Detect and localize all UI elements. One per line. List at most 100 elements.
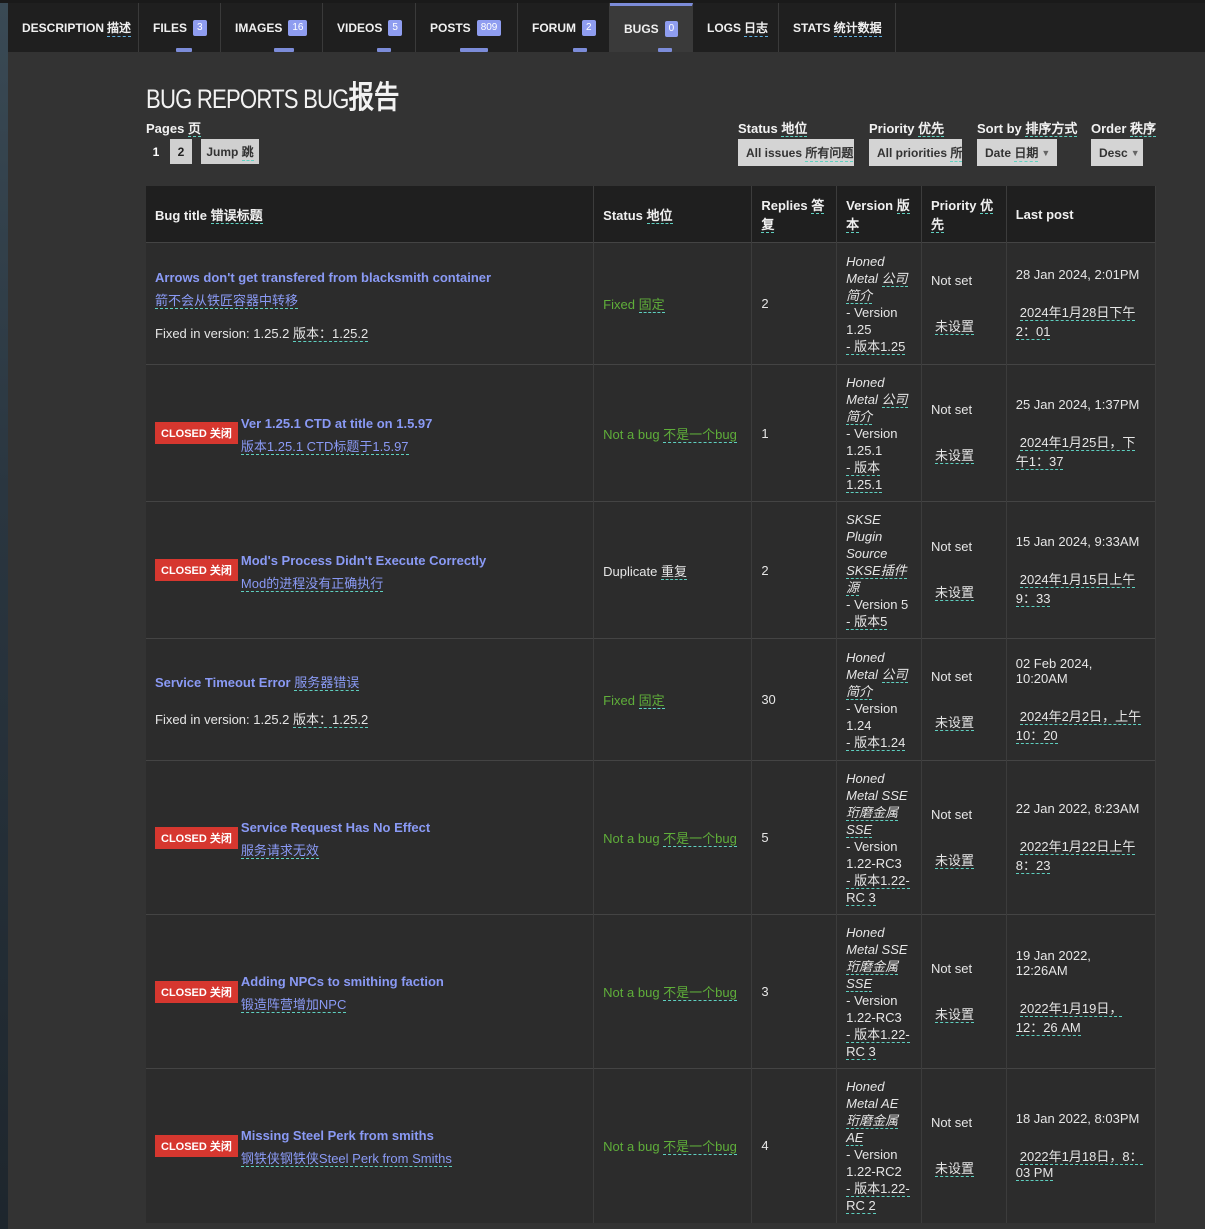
tab-posts[interactable]: POSTS 809 bbox=[416, 3, 518, 52]
table-row[interactable]: Service Timeout Error 服务器错误 Fixed in vers… bbox=[146, 638, 1157, 761]
col-header-version[interactable]: Version 版本 bbox=[836, 186, 922, 243]
col-header-title[interactable]: Bug title 错误标题 bbox=[146, 186, 595, 243]
title-block: Arrows don't get transfered from blacksm… bbox=[155, 266, 584, 342]
lastpost-date-cn: 2022年1月18日，8：03 PM bbox=[1015, 1149, 1143, 1182]
priority-cn: 未设置 bbox=[934, 448, 974, 464]
version-line: - Version 1.22-RC3 bbox=[846, 992, 902, 1025]
table-row[interactable]: Arrows don't get transfered from blacksm… bbox=[146, 242, 1157, 365]
tab-forum[interactable]: FORUM 2 bbox=[518, 3, 610, 52]
title-text: Mod's Process Didn't Execute Correctly Mo… bbox=[240, 549, 486, 592]
status-filter-label: Status 地位 bbox=[738, 118, 808, 137]
version-line-cn: - 版本1.22-RC 3 bbox=[846, 872, 910, 906]
status-select[interactable]: All issues 所有问题 bbox=[738, 139, 854, 166]
bug-title-cn[interactable]: 版本1.25.1 CTD标题于1.5.97 bbox=[240, 438, 409, 455]
priority-select[interactable]: All priorities 所 bbox=[869, 139, 962, 166]
table-row[interactable]: CLOSED 关闭 Missing Steel Perk from smiths 钢… bbox=[146, 1068, 1157, 1223]
tab-label: LOGS bbox=[707, 20, 742, 35]
title-block: CLOSED 关闭 Ver 1.25.1 CTD at title on 1.5.… bbox=[155, 412, 584, 455]
tab-label: STATS bbox=[793, 20, 831, 35]
cell-priority: Not set 未设置 bbox=[921, 364, 1007, 502]
status-en: Not a bug bbox=[603, 1139, 660, 1155]
tab-label: DESCRIPTION bbox=[22, 20, 105, 35]
bug-title-cn[interactable]: 箭不会从铁匠容器中转移 bbox=[155, 292, 299, 309]
bug-title-link[interactable]: Missing Steel Perk from smiths bbox=[241, 1124, 452, 1148]
cell-replies: 4 bbox=[751, 1068, 838, 1223]
priority-cn: 未设置 bbox=[934, 1160, 974, 1177]
tab-label-cn: 统计数据 bbox=[833, 20, 882, 37]
priority-text: Not set bbox=[930, 539, 973, 554]
closed-label: CLOSED bbox=[161, 565, 207, 577]
jump-button[interactable]: Jump 跳 bbox=[201, 139, 259, 164]
title-block: CLOSED 关闭 Missing Steel Perk from smiths 钢… bbox=[155, 1124, 584, 1168]
lastpost-date[interactable]: 28 Jan 2024, 2:01PM bbox=[1016, 267, 1146, 282]
cell-version: SKSE Plugin Source SKSE插件源 - Version 5- 版… bbox=[836, 501, 922, 639]
order-filter-label: Order 秩序 bbox=[1091, 118, 1157, 137]
replies-count: 4 bbox=[761, 1138, 769, 1154]
replies-count: 2 bbox=[761, 296, 769, 311]
version-name: Honed Metal bbox=[846, 374, 885, 407]
table-row[interactable]: CLOSED 关闭 Service Request Has No Effect 服务… bbox=[146, 760, 1157, 915]
bug-title-cn[interactable]: Mod的进程没有正确执行 bbox=[240, 575, 384, 592]
tab-bugs[interactable]: BUGS 0 bbox=[610, 3, 693, 52]
priority-cn: 未设置 bbox=[934, 585, 974, 601]
bug-title-link[interactable]: Service Request Has No Effect bbox=[241, 816, 430, 840]
closed-label-cn: 关闭 bbox=[209, 832, 232, 845]
tab-description[interactable]: DESCRIPTION 描述 bbox=[8, 3, 139, 52]
priority-cn: 未设置 bbox=[934, 852, 974, 869]
bug-title-link[interactable]: Service Timeout Error bbox=[155, 675, 291, 690]
bug-title-cn[interactable]: 服务请求无效 bbox=[240, 843, 319, 859]
select-value: All issues bbox=[746, 145, 803, 160]
version-name-cn: 珩磨金属SSE bbox=[846, 958, 899, 992]
version-line: - Version 1.25.1 bbox=[846, 425, 898, 458]
status-en: Fixed bbox=[603, 297, 635, 312]
tab-videos[interactable]: VIDEOS 5 bbox=[323, 3, 416, 52]
bug-title-link[interactable]: Arrows don't get transfered from blacksm… bbox=[155, 270, 491, 285]
title-text: Adding NPCs to smithing faction 锻造阵营增加NPC bbox=[240, 970, 444, 1013]
lastpost-date-cn: 2022年1月19日，12：26 AM bbox=[1015, 1000, 1123, 1036]
select-value: Date bbox=[985, 145, 1012, 160]
bug-title-cn[interactable]: 锻造阵营增加NPC bbox=[240, 997, 347, 1013]
col-header-lastpost[interactable]: Last post bbox=[1006, 186, 1157, 243]
tab-stats[interactable]: STATS 统计数据 bbox=[779, 3, 896, 52]
page-1-button[interactable]: 1 bbox=[146, 139, 166, 164]
lastpost-date[interactable]: 15 Jan 2024, 9:33AM bbox=[1016, 534, 1146, 549]
bug-title-link[interactable]: Mod's Process Didn't Execute Correctly bbox=[241, 549, 486, 573]
table-row[interactable]: CLOSED 关闭 Mod's Process Didn't Execute Co… bbox=[146, 501, 1157, 639]
version-line: - Version 5 bbox=[846, 596, 909, 612]
bug-title-link[interactable]: Ver 1.25.1 CTD at title on 1.5.97 bbox=[241, 412, 432, 436]
version-line-cn: - 版本5 bbox=[846, 613, 888, 630]
lastpost-date[interactable]: 02 Feb 2024, 10:20AM bbox=[1016, 656, 1146, 686]
chevron-down-icon: ▼ bbox=[1130, 147, 1140, 158]
bug-table: Bug title 错误标题 Status 地位 Replies 答复 Vers… bbox=[146, 186, 1157, 1223]
lastpost-date[interactable]: 19 Jan 2022, 12:26AM bbox=[1016, 948, 1146, 978]
tab-files[interactable]: FILES 3 bbox=[139, 3, 221, 52]
label-cn: 秩序 bbox=[1130, 121, 1157, 137]
version-line-cn: - 版本1.22-RC 3 bbox=[846, 1026, 910, 1060]
bug-title-cn[interactable]: 服务器错误 bbox=[294, 675, 360, 691]
title-block: Service Timeout Error 服务器错误 Fixed in vers… bbox=[155, 671, 584, 728]
lastpost-date[interactable]: 22 Jan 2022, 8:23AM bbox=[1016, 801, 1146, 816]
lastpost-date[interactable]: 25 Jan 2024, 1:37PM bbox=[1016, 397, 1146, 412]
col-header-status[interactable]: Status 地位 bbox=[593, 186, 753, 243]
bug-title-cn[interactable]: 钢铁侠钢铁侠Steel Perk from Smiths bbox=[240, 1151, 452, 1168]
priority-text: Not set bbox=[930, 1114, 973, 1130]
tab-images[interactable]: IMAGES 16 bbox=[221, 3, 323, 52]
sort-select[interactable]: Date 日期 ▼ bbox=[977, 139, 1057, 166]
cell-priority: Not set 未设置 bbox=[921, 638, 1007, 761]
tab-logs[interactable]: LOGS 日志 bbox=[693, 3, 779, 52]
col-header-priority[interactable]: Priority 优先 bbox=[921, 186, 1007, 243]
order-select[interactable]: Desc ▼ bbox=[1091, 139, 1143, 166]
table-row[interactable]: CLOSED 关闭 Adding NPCs to smithing faction… bbox=[146, 914, 1157, 1069]
closed-label: CLOSED bbox=[161, 986, 207, 999]
page-title-en: BUG REPORTS BUG bbox=[146, 84, 349, 114]
table-row[interactable]: CLOSED 关闭 Ver 1.25.1 CTD at title on 1.5.… bbox=[146, 364, 1157, 502]
cell-status: Not a bug 不是一个bug bbox=[593, 760, 753, 915]
bug-title-link[interactable]: Adding NPCs to smithing faction bbox=[241, 970, 444, 994]
col-header-replies[interactable]: Replies 答复 bbox=[751, 186, 838, 243]
status-en: Not a bug bbox=[603, 831, 660, 846]
fixed-in-version: Fixed in version: 1.25.2 版本：1.25.2 bbox=[155, 709, 584, 728]
cell-priority: Not set 未设置 bbox=[921, 760, 1007, 915]
page-2-button[interactable]: 2 bbox=[170, 139, 192, 164]
cell-replies: 3 bbox=[751, 914, 838, 1069]
lastpost-date[interactable]: 18 Jan 2022, 8:03PM bbox=[1016, 1111, 1146, 1126]
